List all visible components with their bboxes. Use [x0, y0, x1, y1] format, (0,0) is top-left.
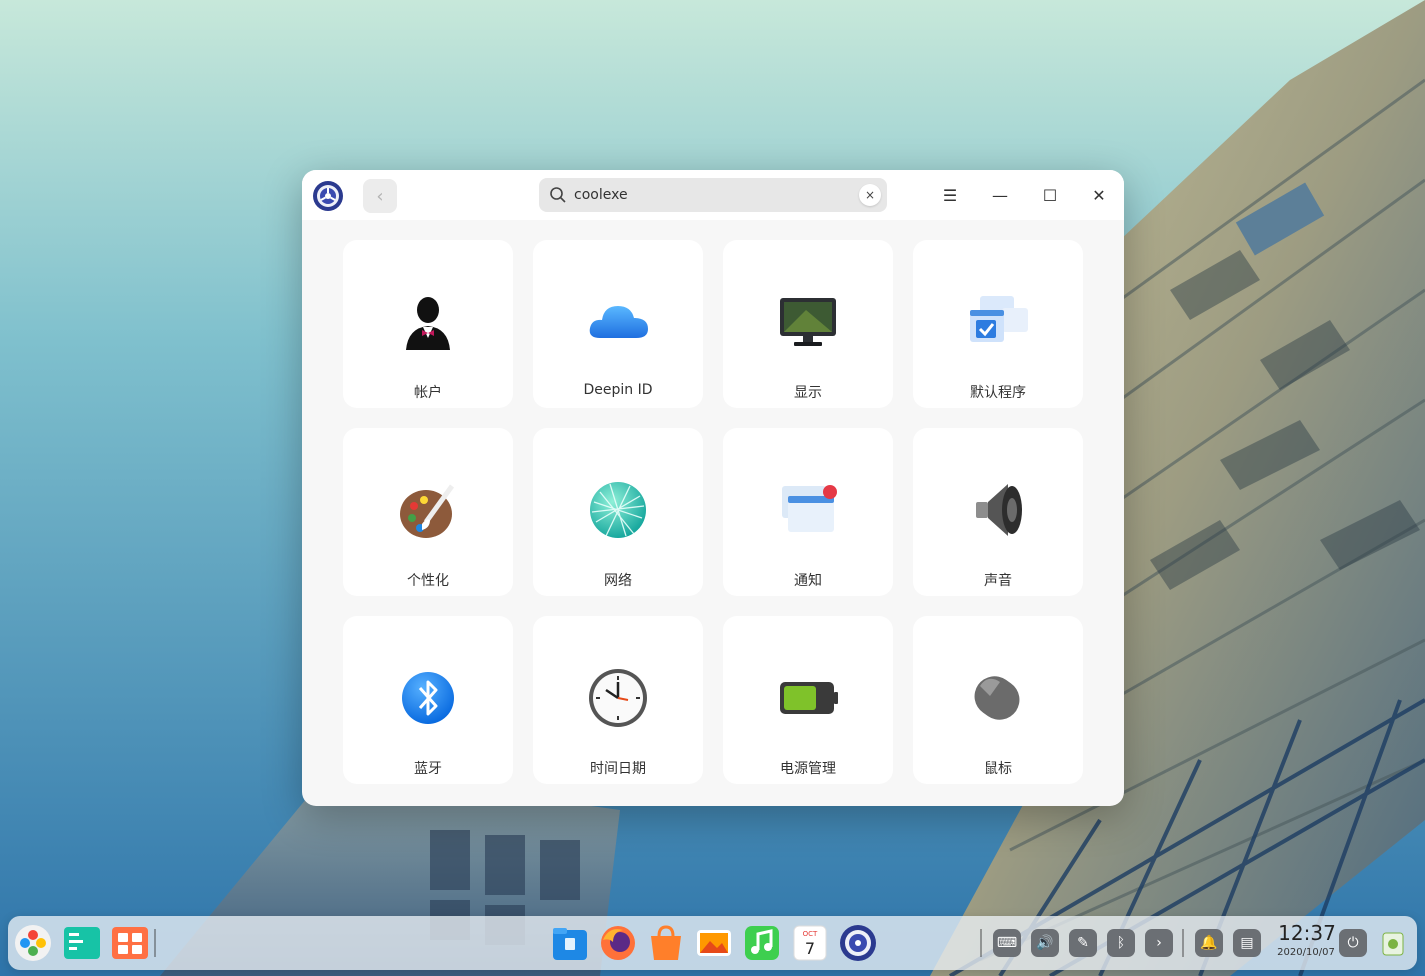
battery-icon: [780, 682, 838, 714]
close-button[interactable]: ✕: [1084, 180, 1114, 210]
calendar-month: OCT: [803, 930, 818, 938]
expand-tray-icon[interactable]: ›: [1145, 929, 1173, 957]
maximize-button[interactable]: ☐: [1035, 180, 1065, 210]
module-tile-bluetooth[interactable]: 蓝牙: [343, 616, 513, 784]
network-globe-icon: [590, 482, 646, 538]
notification-tray-icon[interactable]: 🔔: [1195, 929, 1223, 957]
music-icon[interactable]: [743, 924, 781, 962]
menu-button[interactable]: ☰: [935, 180, 965, 210]
clock-date[interactable]: 2020/10/07: [1266, 947, 1346, 958]
calendar-icon[interactable]: OCT 7: [791, 924, 829, 962]
app-store-icon[interactable]: [647, 924, 685, 962]
control-center-window: ‹ × ☰ — ☐ ✕ 帐户: [302, 170, 1124, 806]
search-input[interactable]: [572, 179, 859, 211]
module-tile-notification[interactable]: 通知: [723, 428, 893, 596]
account-icon: [406, 297, 450, 350]
module-label: 声音: [984, 573, 1012, 589]
dock-separator: [1182, 929, 1184, 957]
control-center-logo-icon[interactable]: [312, 180, 344, 212]
module-label: 鼠标: [984, 761, 1012, 777]
module-tile-network[interactable]: 网络: [533, 428, 703, 596]
module-tile-sound[interactable]: 声音: [913, 428, 1083, 596]
draw-tray-icon[interactable]: ✎: [1069, 929, 1097, 957]
calendar-day: 7: [805, 939, 815, 958]
back-button[interactable]: ‹: [363, 179, 397, 213]
module-tile-deepin-id[interactable]: Deepin ID: [533, 240, 703, 408]
module-label: 显示: [794, 385, 822, 401]
module-label: 蓝牙: [414, 761, 442, 777]
titlebar: ‹ × ☰ — ☐ ✕: [302, 170, 1124, 220]
clock-time[interactable]: 12:37: [1272, 921, 1342, 945]
bluetooth-icon: [402, 672, 454, 724]
module-label: 时间日期: [590, 761, 646, 777]
power-icon[interactable]: ⏻: [1339, 929, 1367, 957]
clock-icon: [589, 669, 647, 727]
module-label: 个性化: [407, 573, 449, 589]
dock: OCT 7 ⌨ 🔊 ✎ ᛒ › 🔔 ▤ 12:37 2020/10/07 ⏻: [8, 916, 1417, 970]
module-label: Deepin ID: [583, 382, 653, 398]
launcher-icon[interactable]: [14, 924, 52, 962]
module-label: 通知: [794, 573, 822, 589]
volume-tray-icon[interactable]: 🔊: [1031, 929, 1059, 957]
control-center-icon[interactable]: [839, 924, 877, 962]
cloud-icon: [589, 306, 648, 338]
palette-icon: [400, 484, 455, 538]
module-label: 网络: [604, 573, 632, 589]
mouse-icon: [974, 676, 1020, 720]
dock-separator: [154, 929, 156, 957]
default-apps-icon: [970, 296, 1028, 342]
module-label: 帐户: [414, 385, 442, 401]
minimize-button[interactable]: —: [985, 180, 1015, 210]
dock-separator: [980, 929, 982, 957]
workspace-icon[interactable]: [111, 924, 149, 962]
firefox-icon[interactable]: [599, 924, 637, 962]
speaker-icon: [976, 484, 1022, 536]
image-viewer-icon[interactable]: [695, 924, 733, 962]
file-manager-icon[interactable]: [551, 924, 589, 962]
module-label: 默认程序: [970, 385, 1026, 401]
notification-icon: [782, 485, 837, 532]
module-tile-power[interactable]: 电源管理: [723, 616, 893, 784]
module-tile-mouse[interactable]: 鼠标: [913, 616, 1083, 784]
keyboard-tray-icon[interactable]: ⌨: [993, 929, 1021, 957]
input-method-tray-icon[interactable]: ▤: [1233, 929, 1261, 957]
module-label: 电源管理: [780, 761, 836, 777]
clear-search-button[interactable]: ×: [859, 184, 881, 206]
module-tile-datetime[interactable]: 时间日期: [533, 616, 703, 784]
module-tile-display[interactable]: 显示: [723, 240, 893, 408]
bluetooth-tray-icon[interactable]: ᛒ: [1107, 929, 1135, 957]
module-grid: 帐户 Deepin ID 显示 默认程序 个性化 网络 通知 声音 蓝牙 时间日…: [343, 240, 1083, 784]
search-box[interactable]: ×: [539, 178, 887, 212]
module-tile-account[interactable]: 帐户: [343, 240, 513, 408]
trash-icon[interactable]: [1378, 928, 1408, 958]
multitask-view-icon[interactable]: [63, 924, 101, 962]
display-icon: [780, 298, 836, 346]
search-icon: [550, 187, 566, 203]
module-tile-personalization[interactable]: 个性化: [343, 428, 513, 596]
module-tile-default-apps[interactable]: 默认程序: [913, 240, 1083, 408]
